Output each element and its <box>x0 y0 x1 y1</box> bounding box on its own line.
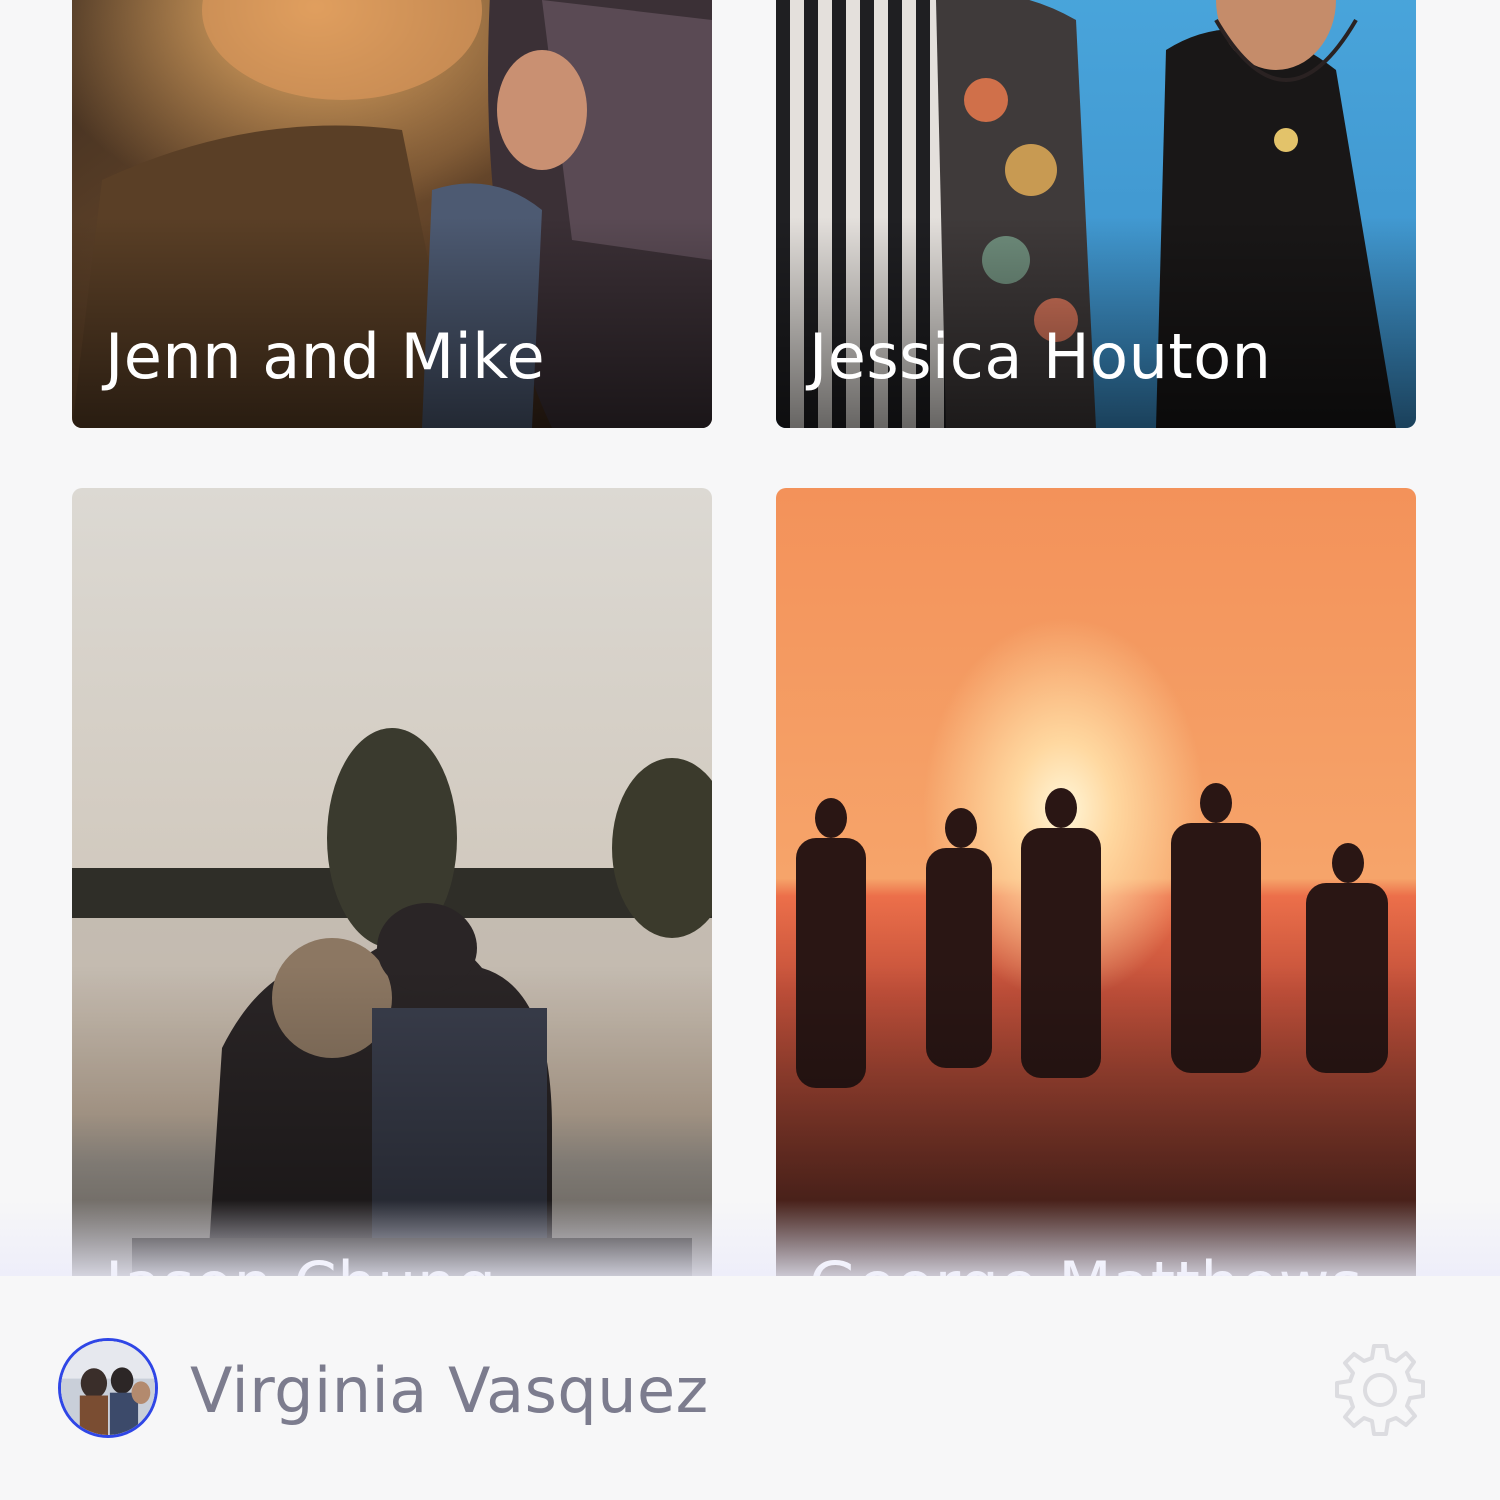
user-bar: Virginia Vasquez <box>0 1276 1500 1500</box>
card-name: Jessica Houton <box>809 320 1272 393</box>
contact-card-george-matthews[interactable]: George Matthews <box>776 488 1416 1356</box>
card-name: Jenn and Mike <box>105 320 546 393</box>
gear-icon <box>1335 1344 1425 1436</box>
contact-card-jessica-houton[interactable]: Jessica Houton <box>776 0 1416 428</box>
user-avatar-photo <box>61 1341 155 1435</box>
user-avatar[interactable] <box>58 1338 158 1438</box>
settings-button[interactable] <box>1330 1340 1430 1440</box>
contact-card-jason-chung[interactable]: Jason Chung <box>72 488 712 1356</box>
contact-card-jenn-and-mike[interactable]: Jenn and Mike <box>72 0 712 428</box>
user-name: Virginia Vasquez <box>190 1354 709 1427</box>
contacts-grid: Jenn and Mike Jessica Houton <box>0 0 1500 1500</box>
